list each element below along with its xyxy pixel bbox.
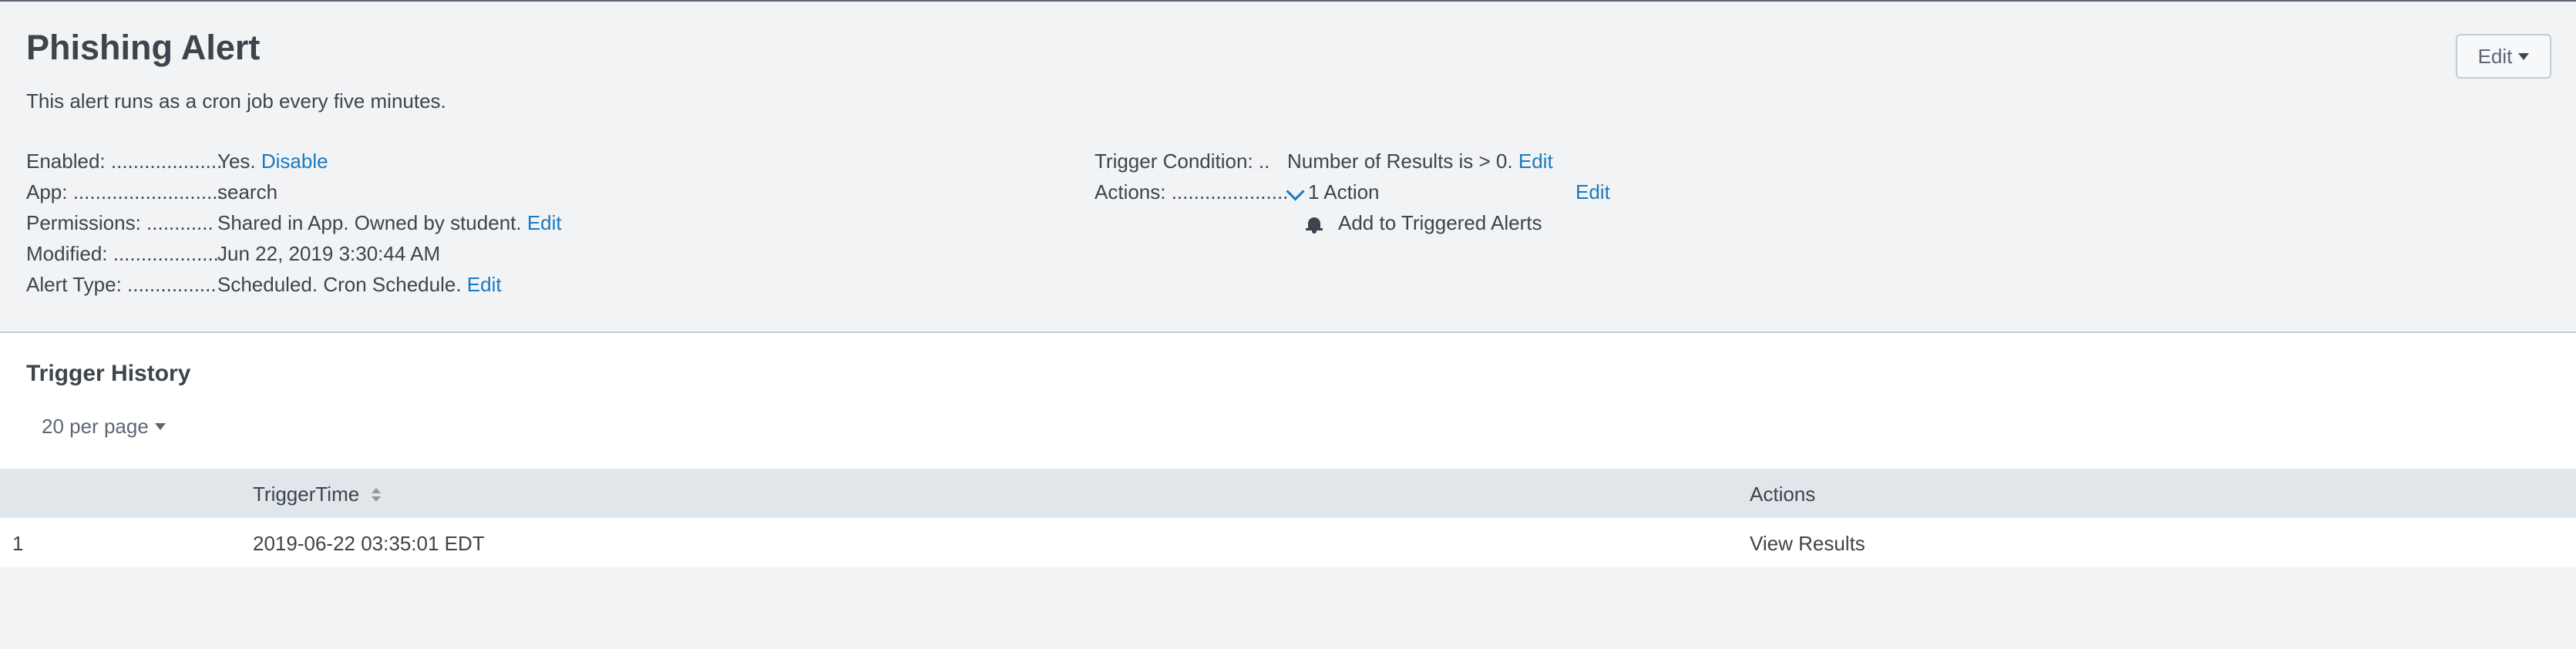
app-value: search — [217, 180, 278, 203]
trigger-condition-row: Trigger Condition: .. Number of Results i… — [1095, 150, 1553, 173]
actions-edit-container: Edit — [1576, 180, 1610, 204]
action-item-label: Add to Triggered Alerts — [1338, 211, 1542, 234]
caret-down-icon — [154, 423, 166, 430]
app-label: App: ........................... — [26, 180, 224, 203]
modified-row: Modified: ...................Jun 22, 201… — [26, 242, 440, 266]
per-page-label: 20 per page — [42, 415, 149, 438]
permissions-label: Permissions: ............ — [26, 211, 214, 234]
modified-label: Modified: ................... — [26, 242, 219, 265]
actions-label: Actions: ..................... — [1095, 180, 1289, 203]
caret-down-icon — [2518, 52, 2530, 60]
alert-description: This alert runs as a cron job every five… — [26, 89, 446, 113]
trigger-history-title: Trigger History — [26, 361, 191, 386]
enabled-label: Enabled: .................... — [26, 150, 223, 173]
alert-header: Phishing Alert This alert runs as a cron… — [0, 2, 2576, 333]
enabled-value: Yes. — [217, 150, 256, 173]
trigger-condition-label: Trigger Condition: .. — [1095, 150, 1270, 173]
alert-type-value: Scheduled. Cron Schedule. — [217, 273, 462, 296]
triggertime-header-label: TriggerTime — [253, 483, 360, 506]
actions-toggle-label: 1 Action — [1308, 180, 1380, 203]
permissions-edit-link[interactable]: Edit — [527, 211, 562, 234]
enabled-row: Enabled: ....................Yes. Disabl… — [26, 150, 328, 173]
actions-row: Actions: ..................... 1 Action — [1095, 180, 1380, 204]
trigger-condition-edit-link[interactable]: Edit — [1518, 150, 1553, 173]
app-row: App: ...........................search — [26, 180, 277, 204]
action-item-row: Add to Triggered Alerts — [1306, 211, 1542, 235]
trigger-condition-value: Number of Results is > 0. — [1287, 150, 1513, 173]
bell-icon — [1306, 216, 1323, 234]
edit-dropdown-button[interactable]: Edit — [2456, 34, 2551, 79]
permissions-value: Shared in App. Owned by student. — [217, 211, 522, 234]
chevron-down-icon — [1286, 182, 1305, 201]
actions-toggle[interactable]: 1 Action — [1286, 180, 1380, 203]
page-title: Phishing Alert — [26, 28, 261, 67]
actions-edit-link[interactable]: Edit — [1576, 180, 1610, 203]
sort-icon — [372, 488, 382, 503]
alert-type-edit-link[interactable]: Edit — [467, 273, 502, 296]
table-row: 1 2019-06-22 03:35:01 EDT View Results — [0, 518, 2576, 567]
per-page-dropdown[interactable]: 20 per page — [42, 415, 166, 439]
column-header-triggertime[interactable]: TriggerTime — [253, 483, 382, 506]
row-trigger-time: 2019-06-22 03:35:01 EDT — [253, 532, 485, 555]
disable-link[interactable]: Disable — [261, 150, 328, 173]
alert-type-label: Alert Type: ................ — [26, 273, 217, 296]
edit-button-label: Edit — [2477, 44, 2513, 68]
view-results-link[interactable]: View Results — [1750, 532, 1865, 556]
table-header: TriggerTime Actions — [0, 469, 2576, 518]
trigger-history-panel: Trigger History 20 per page TriggerTime … — [0, 333, 2576, 567]
column-header-actions: Actions — [1750, 483, 1816, 506]
permissions-row: Permissions: ............ Shared in App. … — [26, 211, 562, 235]
row-index: 1 — [12, 532, 24, 555]
modified-value: Jun 22, 2019 3:30:44 AM — [217, 242, 441, 265]
alert-type-row: Alert Type: ................Scheduled. C… — [26, 273, 502, 297]
